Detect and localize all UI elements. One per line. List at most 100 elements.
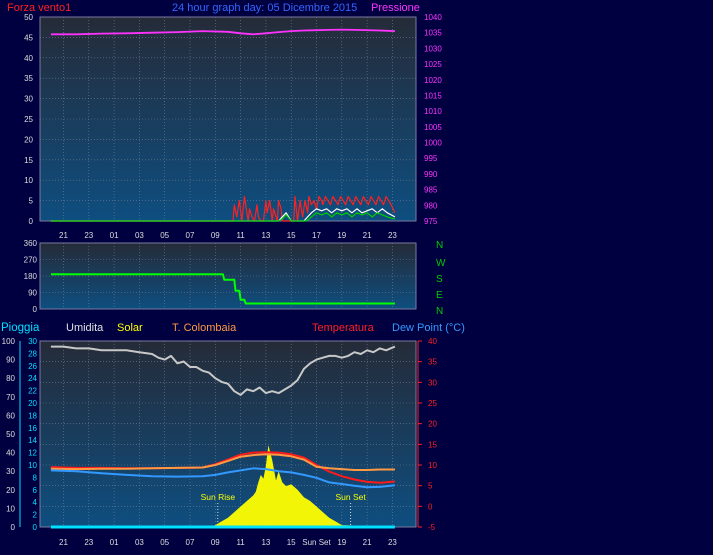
x-tick-label: 15 (287, 231, 296, 240)
compass-label: S (436, 274, 443, 285)
dir-tick-label: 360 (24, 239, 38, 248)
x-tick-label: 01 (110, 231, 119, 240)
plot-area-1 (39, 16, 417, 222)
humidity-tick-label: 90 (6, 356, 15, 365)
temp-tick-label: 10 (428, 461, 437, 470)
humidity-tick-label: 100 (2, 337, 16, 346)
left-tick-label: 30 (24, 95, 33, 104)
x-tick-label: 11 (236, 231, 245, 240)
humidity-tick-label: 20 (6, 486, 15, 495)
dir-tick-label: 90 (28, 289, 37, 298)
x-tick-label: 23 (388, 231, 397, 240)
legend-umidita: Umidita (66, 322, 104, 334)
right-tick-label: 1010 (424, 107, 442, 116)
right-tick-label: 1015 (424, 91, 442, 100)
x-tick-label: 11 (236, 538, 245, 547)
humidity-tick-label: 50 (6, 430, 15, 439)
rain-tick-label: 18 (28, 411, 37, 420)
right-tick-label: 980 (424, 201, 438, 210)
rain-tick-label: 8 (33, 473, 38, 482)
x-tick-label: 23 (388, 538, 397, 547)
humidity-tick-label: 40 (6, 449, 15, 458)
x-tick-label: 23 (84, 231, 93, 240)
rain-tick-label: 20 (28, 399, 37, 408)
rain-tick-label: 6 (33, 486, 38, 495)
x-tick-label: 19 (337, 231, 346, 240)
humidity-tick-label: 80 (6, 374, 15, 383)
sun-annotation: Sun Set (336, 492, 367, 502)
x-tick-label: 23 (84, 538, 93, 547)
legend-dewpoint: Dew Point (°C) (392, 322, 465, 334)
legend-colombaia: T. Colombaia (172, 322, 237, 334)
compass-label: W (436, 258, 446, 269)
x-tick-label: 21 (59, 231, 68, 240)
legend-temperatura: Temperatura (312, 322, 374, 334)
left-tick-label: 25 (24, 115, 33, 124)
left-tick-label: 45 (24, 33, 33, 42)
weather-chart: 0510152025303540455097598098599099510001… (2, 13, 446, 547)
x-tick-label: 13 (261, 231, 270, 240)
rain-tick-label: 16 (28, 424, 37, 433)
rain-tick-label: 14 (28, 436, 37, 445)
temp-tick-label: 30 (428, 378, 437, 387)
dir-tick-label: 0 (33, 305, 38, 314)
left-tick-label: 50 (24, 13, 33, 22)
temp-tick-label: 15 (428, 440, 437, 449)
rain-tick-label: 12 (28, 449, 37, 458)
temp-tick-label: 20 (428, 420, 437, 429)
left-tick-label: 5 (29, 197, 34, 206)
right-tick-label: 1035 (424, 29, 442, 38)
humidity-tick-label: 10 (6, 504, 15, 513)
left-tick-label: 10 (24, 176, 33, 185)
rain-tick-label: 2 (33, 511, 38, 520)
right-tick-label: 1025 (424, 60, 442, 69)
left-tick-label: 0 (29, 217, 34, 226)
x-tick-label: 05 (160, 538, 169, 547)
wind-axis-label: Forza vento1 (7, 2, 72, 14)
sun-annotation: Sun Rise (201, 492, 236, 502)
legend-solar: Solar (117, 322, 143, 334)
compass-label: N (436, 240, 443, 251)
x-tick-label: 03 (135, 231, 144, 240)
right-tick-label: 1020 (424, 76, 442, 85)
x-tick-label: 09 (211, 231, 220, 240)
humidity-tick-label: 70 (6, 393, 15, 402)
plot-area-2 (39, 242, 417, 310)
x-tick-label: 21 (363, 231, 372, 240)
rain-tick-label: 22 (28, 387, 37, 396)
x-tick-label: 13 (261, 538, 270, 547)
temp-tick-label: 25 (428, 399, 437, 408)
rain-tick-label: 28 (28, 349, 37, 358)
temp-tick-label: 5 (428, 482, 433, 491)
rain-tick-label: 0 (33, 523, 38, 532)
rain-tick-label: 30 (28, 337, 37, 346)
x-tick-label: 21 (59, 538, 68, 547)
right-tick-label: 1030 (424, 44, 442, 53)
x-tick-label: 07 (186, 231, 195, 240)
compass-label: N (436, 306, 443, 317)
humidity-tick-label: 30 (6, 467, 15, 476)
right-tick-label: 1000 (424, 139, 442, 148)
x-tick-label: 21 (363, 538, 372, 547)
humidity-tick-label: 0 (11, 523, 16, 532)
temp-tick-label: 40 (428, 337, 437, 346)
humidity-tick-label: 60 (6, 411, 15, 420)
dir-tick-label: 180 (24, 272, 38, 281)
x-tick-label: 09 (211, 538, 220, 547)
x-tick-label: 15 (287, 538, 296, 547)
right-tick-label: 1005 (424, 123, 442, 132)
rain-tick-label: 4 (33, 498, 38, 507)
x-tick-label: Sun Set (302, 538, 331, 547)
x-tick-label: 19 (337, 538, 346, 547)
x-tick-label: 17 (312, 231, 321, 240)
right-tick-label: 1040 (424, 13, 442, 22)
legend-pioggia: Pioggia (1, 322, 40, 334)
x-tick-label: 01 (110, 538, 119, 547)
rain-tick-label: 10 (28, 461, 37, 470)
chart-title: 24 hour graph day: 05 Dicembre 2015 (172, 2, 358, 14)
temp-tick-label: 35 (428, 358, 437, 367)
rain-tick-label: 24 (28, 374, 37, 383)
compass-label: E (436, 290, 443, 301)
right-tick-label: 975 (424, 217, 438, 226)
left-tick-label: 15 (24, 156, 33, 165)
